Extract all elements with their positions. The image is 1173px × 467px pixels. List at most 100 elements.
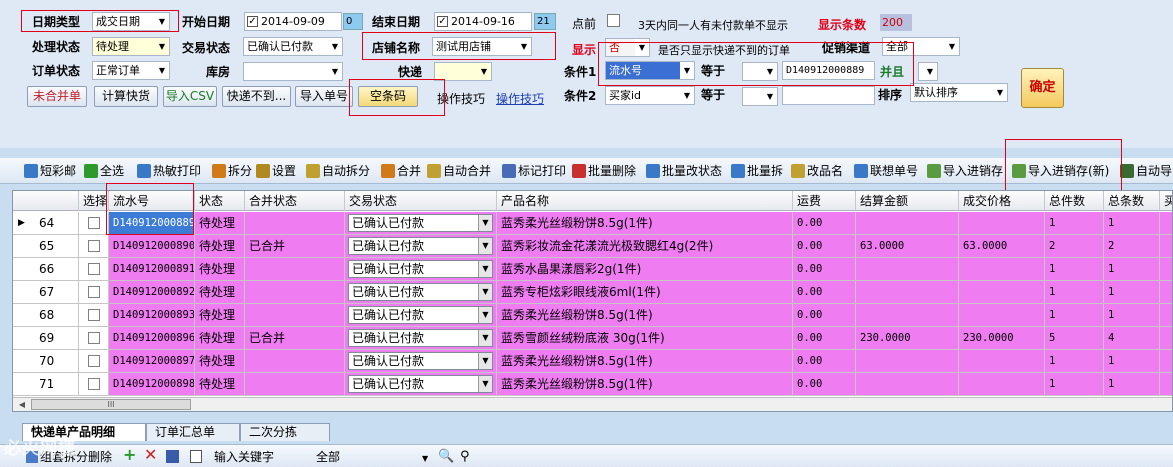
toolbar-button-import-inventory-new[interactable]: 导入进销存(新) <box>1012 162 1109 180</box>
show-count-input[interactable]: 200 <box>880 14 912 31</box>
toolbar-button-link-order[interactable]: 联想单号 <box>854 162 918 180</box>
table-row[interactable]: 65 D140912000890 待处理 已合并 已确认已付款 ▼ 蓝秀彩妆流金花漾流光极致… <box>13 235 1172 258</box>
cell-merge[interactable] <box>245 281 345 304</box>
toolbar-button-auto-merge[interactable]: 自动合并 <box>427 162 491 180</box>
column-header[interactable]: 流水号 <box>109 191 195 211</box>
cell-merge[interactable] <box>245 258 345 281</box>
toolbar-button-rename[interactable]: 改品名 <box>791 162 843 180</box>
start-date-checkbox[interactable]: ✓ <box>247 16 258 27</box>
trade-status-combo[interactable]: 已确认已付款 ▼ <box>348 260 493 278</box>
tab-2[interactable]: 二次分拣 <box>240 423 330 441</box>
cell-count[interactable]: 1 <box>1104 212 1160 235</box>
cell-merge[interactable] <box>245 304 345 327</box>
cell-price[interactable] <box>959 258 1045 281</box>
add-icon[interactable]: + <box>123 446 136 464</box>
cell-buyer[interactable] <box>1160 350 1172 373</box>
confirm-button[interactable]: 确定 <box>1021 68 1064 108</box>
cell-product[interactable]: 蓝秀柔光丝缎粉饼8.5g(1件) <box>497 212 793 235</box>
cell-price[interactable] <box>959 373 1045 396</box>
scroll-left-icon[interactable]: ◀ <box>15 399 29 410</box>
cond1-value-input[interactable]: D140912000889 <box>782 61 875 80</box>
empty-barcode-button[interactable]: 空条码 <box>358 86 418 107</box>
column-header[interactable]: 总条数 <box>1104 191 1160 211</box>
cell-merge[interactable] <box>245 212 345 235</box>
table-row[interactable]: 68 D140912000893 待处理 已确认已付款 ▼ 蓝秀柔光丝缎粉饼8.5g(1件… <box>13 304 1172 327</box>
column-header[interactable]: 结算金额 <box>856 191 959 211</box>
cell-buyer[interactable] <box>1160 212 1172 235</box>
toolbar-button-split[interactable]: 拆分 <box>212 162 252 180</box>
cell-merge[interactable] <box>245 373 345 396</box>
toolbar-button-print[interactable]: 热敏打印 <box>137 162 201 180</box>
row-checkbox[interactable] <box>88 355 100 367</box>
cell-serial[interactable]: D140912000890 <box>109 235 195 258</box>
trade-status-select[interactable]: 已确认已付款 ▼ <box>243 37 343 56</box>
cell-buyer[interactable] <box>1160 281 1172 304</box>
row-checkbox[interactable] <box>88 217 100 229</box>
toolbar-button-merge[interactable]: 合并 <box>381 162 421 180</box>
table-row[interactable]: 70 D140912000897 待处理 已确认已付款 ▼ 蓝秀柔光丝缎粉饼8.5g(1件… <box>13 350 1172 373</box>
cell-freight[interactable]: 0.00 <box>793 281 856 304</box>
start-spin[interactable]: 0 <box>343 13 363 30</box>
trade-status-combo[interactable]: 已确认已付款 ▼ <box>348 306 493 324</box>
cell-pieces[interactable]: 1 <box>1045 258 1104 281</box>
cell-count[interactable]: 1 <box>1104 281 1160 304</box>
promo-channel-select[interactable]: 全部 ▼ <box>882 37 960 56</box>
column-header[interactable]: 运费 <box>793 191 856 211</box>
start-date-picker[interactable]: ✓ 2014-09-09 <box>244 12 342 31</box>
cell-merge[interactable]: 已合并 <box>245 235 345 258</box>
cell-pieces[interactable]: 1 <box>1045 281 1104 304</box>
table-row[interactable]: 71 D140912000898 待处理 已确认已付款 ▼ 蓝秀柔光丝缎粉饼8.5g(1件… <box>13 373 1172 396</box>
column-header[interactable]: 交易状态 <box>345 191 497 211</box>
cell-buyer[interactable] <box>1160 235 1172 258</box>
cell-merge[interactable]: 已合并 <box>245 327 345 350</box>
import-csv-button[interactable]: 导入CSV <box>163 86 217 107</box>
cell-serial[interactable]: D140912000891 <box>109 258 195 281</box>
display-select[interactable]: 否 ▼ <box>605 38 650 57</box>
cell-serial[interactable]: D140912000897 <box>109 350 195 373</box>
cond1-op-select[interactable]: ▼ <box>742 62 778 81</box>
calc-freight-button[interactable]: 计算快货 <box>94 86 158 107</box>
cell-product[interactable]: 蓝秀彩妆流金花漾流光极致腮红4g(2件) <box>497 235 793 258</box>
cell-count[interactable]: 2 <box>1104 235 1160 258</box>
cell-buyer[interactable] <box>1160 373 1172 396</box>
cell-product[interactable]: 蓝秀专柜炫彩眼线液6ml(1件) <box>497 281 793 304</box>
cell-freight[interactable]: 0.00 <box>793 373 856 396</box>
binoculars-icon[interactable]: ⚲ <box>460 448 470 466</box>
scope-select[interactable]: 全部 ▼ <box>316 448 428 466</box>
delete-icon[interactable]: ✕ <box>144 446 157 464</box>
trade-status-combo[interactable]: 已确认已付款 ▼ <box>348 214 493 232</box>
cell-settle[interactable] <box>856 281 959 304</box>
cell-serial[interactable]: D140912000898 <box>109 373 195 396</box>
cond2-op-select[interactable]: ▼ <box>742 87 778 106</box>
cell-pieces[interactable]: 5 <box>1045 327 1104 350</box>
cell-product[interactable]: 蓝秀柔光丝缎粉饼8.5g(1件) <box>497 373 793 396</box>
cond2-value-input[interactable] <box>782 86 875 105</box>
cell-merge[interactable] <box>245 350 345 373</box>
cell-serial[interactable]: D140912000892 <box>109 281 195 304</box>
toolbar-button-check[interactable]: 全选 <box>84 162 124 180</box>
shop-select[interactable]: 测试用店铺 ▼ <box>432 37 532 56</box>
cell-price[interactable] <box>959 212 1045 235</box>
cell-status[interactable]: 待处理 <box>195 212 245 235</box>
toolbar-button-message[interactable]: 短彩邮 <box>24 162 76 180</box>
search-icon[interactable]: 🔍 <box>438 448 454 466</box>
cell-count[interactable]: 4 <box>1104 327 1160 350</box>
cell-count[interactable]: 1 <box>1104 373 1160 396</box>
import-order-button[interactable]: 导入单号 <box>295 86 353 107</box>
cell-settle[interactable] <box>856 258 959 281</box>
dot-front-checkbox[interactable] <box>607 14 620 27</box>
cell-status[interactable]: 待处理 <box>195 235 245 258</box>
toolbar-button-settings[interactable]: 设置 <box>256 162 296 180</box>
cell-settle[interactable] <box>856 350 959 373</box>
toolbar-button-auto-import[interactable]: 自动导 <box>1120 162 1172 180</box>
cell-serial[interactable]: D140912000893 <box>109 304 195 327</box>
column-header[interactable]: 选择 <box>79 191 109 211</box>
cell-settle[interactable]: 63.0000 <box>856 235 959 258</box>
row-checkbox[interactable] <box>88 332 100 344</box>
cell-price[interactable]: 63.0000 <box>959 235 1045 258</box>
toolbar-button-batch-status[interactable]: 批量改状态 <box>646 162 722 180</box>
toolbar-button-batch-delete[interactable]: 批量删除 <box>572 162 636 180</box>
split-delete-button[interactable]: 组套拆分删除 <box>26 448 112 466</box>
cell-freight[interactable]: 0.00 <box>793 327 856 350</box>
column-header[interactable]: 合并状态 <box>245 191 345 211</box>
